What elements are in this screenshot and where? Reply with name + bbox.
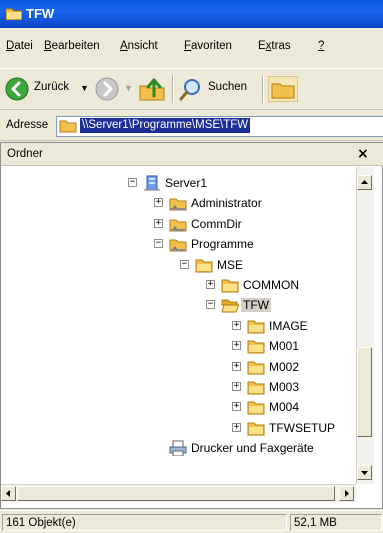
status-size-panel: 52,1 MB (290, 514, 382, 531)
status-size: 52,1 MB (294, 517, 337, 529)
window-title: TFW (26, 6, 55, 21)
menu-ansicht[interactable]: Ansicht (120, 40, 158, 52)
up-button[interactable] (136, 75, 170, 103)
back-label: Zurück (34, 81, 70, 93)
printer-icon (169, 440, 187, 457)
tree-node-label: IMAGE (269, 318, 308, 333)
network-folder-icon (169, 239, 187, 252)
search-icon (179, 79, 200, 101)
status-objects-panel: 161 Objekt(e) (2, 514, 287, 531)
menu-datei-rest: atei (14, 40, 33, 52)
folder-app-icon (6, 8, 22, 20)
scroll-down-button[interactable] (357, 465, 372, 480)
folder-icon (59, 120, 77, 133)
toolbar-separator (262, 75, 264, 103)
toolbar: Zurück ▼ ▼ Suchen (0, 68, 383, 110)
collapse-icon[interactable]: − (206, 300, 215, 310)
tree-node-label: M004 (269, 400, 300, 415)
expand-icon[interactable]: + (206, 280, 215, 289)
expand-icon[interactable]: + (232, 402, 241, 412)
back-dropdown-icon[interactable]: ▼ (80, 83, 89, 93)
arrow-up-icon (361, 180, 368, 184)
folder-pane-title: Ordner (7, 148, 43, 160)
tree-node-label: M002 (269, 359, 300, 374)
expand-icon[interactable]: + (232, 422, 241, 432)
search-button[interactable]: Suchen (178, 75, 262, 103)
tree-node-label: Drucker und Faxgeräte (191, 441, 314, 456)
network-folder-icon (169, 198, 187, 211)
folder-icon (247, 340, 265, 354)
folder-icon (247, 320, 265, 334)
tree-node-label: M001 (269, 339, 300, 354)
expand-icon[interactable]: + (154, 218, 163, 228)
menu-bar: Datei Bearbeiten Ansicht Favoriten Extra… (0, 28, 383, 68)
folders-button[interactable] (268, 75, 298, 103)
folder-icon (247, 401, 265, 415)
horizontal-scroll-thumb[interactable] (17, 486, 335, 501)
toolbar-separator (172, 75, 174, 103)
tree-node-label: COMMON (243, 278, 299, 292)
horizontal-scrollbar[interactable] (1, 484, 356, 502)
folder-tree[interactable]: − Server1 + Administrator + CommDir − Programme… (1, 167, 356, 484)
scroll-left-button[interactable] (1, 486, 16, 501)
scroll-up-button[interactable] (357, 175, 372, 190)
folder-icon (247, 361, 265, 375)
forward-arrow-icon (95, 77, 119, 101)
menu-extras[interactable]: Extras (258, 40, 291, 52)
collapse-icon[interactable]: − (128, 178, 137, 187)
expand-icon[interactable]: + (232, 341, 241, 351)
menu-favoriten[interactable]: Favoriten (184, 40, 232, 52)
folder-icon (247, 422, 265, 436)
folders-icon (268, 76, 298, 102)
collapse-icon[interactable]: − (180, 259, 189, 269)
folder-up-icon (139, 78, 165, 101)
tree-node-label: Administrator (191, 196, 262, 211)
tree-node-label: TFW (241, 298, 271, 313)
status-objects: 161 Objekt(e) (6, 517, 76, 529)
address-bar: Adresse \\Server1\Programme\MSE\TFW (0, 110, 383, 141)
address-path: \\Server1\Programme\MSE\TFW (80, 118, 251, 133)
folder-icon (221, 279, 239, 293)
tree-node-label: MSE (217, 257, 244, 272)
status-bar: 161 Objekt(e) 52,1 MB (0, 510, 383, 533)
tree-node-label: Server1 (165, 176, 208, 190)
menu-help[interactable]: ? (318, 40, 324, 52)
expand-icon[interactable]: + (232, 320, 241, 330)
tree-node-label: M003 (269, 380, 300, 394)
forward-button[interactable]: ▼ (94, 75, 134, 103)
tree-node-label: CommDir (191, 216, 242, 231)
arrow-left-icon (6, 490, 10, 497)
back-arrow-icon (5, 77, 29, 101)
scroll-thumb[interactable] (357, 347, 372, 437)
folder-icon (195, 259, 213, 273)
search-label: Suchen (208, 81, 248, 93)
folder-pane-header: Ordner × (1, 143, 383, 166)
menu-bearbeiten[interactable]: Bearbeiten (44, 40, 100, 52)
folder-pane: Ordner × − Server1 + Administrator + CommDir −… (0, 142, 383, 509)
expand-icon[interactable]: + (232, 361, 241, 371)
back-button[interactable]: Zurück ▼ (4, 75, 92, 103)
close-icon[interactable]: × (357, 146, 369, 162)
tree-node-label: TFWSETUP (269, 420, 335, 435)
server-icon (144, 175, 160, 191)
open-folder-icon (221, 299, 239, 313)
tree-node-label: Programme (191, 237, 254, 252)
explorer-window: TFW Datei Bearbeiten Ansicht Favoriten E… (0, 0, 383, 533)
arrow-down-icon (361, 471, 368, 475)
expand-icon[interactable]: + (154, 198, 163, 208)
menu-datei[interactable]: Datei (6, 40, 33, 52)
network-folder-icon (169, 219, 187, 232)
arrow-right-icon (345, 490, 349, 497)
scroll-right-button[interactable] (339, 486, 354, 501)
expand-icon[interactable]: + (232, 382, 241, 391)
vertical-scrollbar[interactable] (356, 167, 374, 484)
folder-icon (247, 381, 265, 395)
address-label: Adresse (6, 119, 49, 131)
address-input[interactable]: \\Server1\Programme\MSE\TFW (56, 116, 383, 137)
collapse-icon[interactable]: − (154, 239, 163, 249)
forward-dropdown-icon[interactable]: ▼ (124, 83, 133, 93)
title-bar[interactable]: TFW (0, 0, 383, 28)
